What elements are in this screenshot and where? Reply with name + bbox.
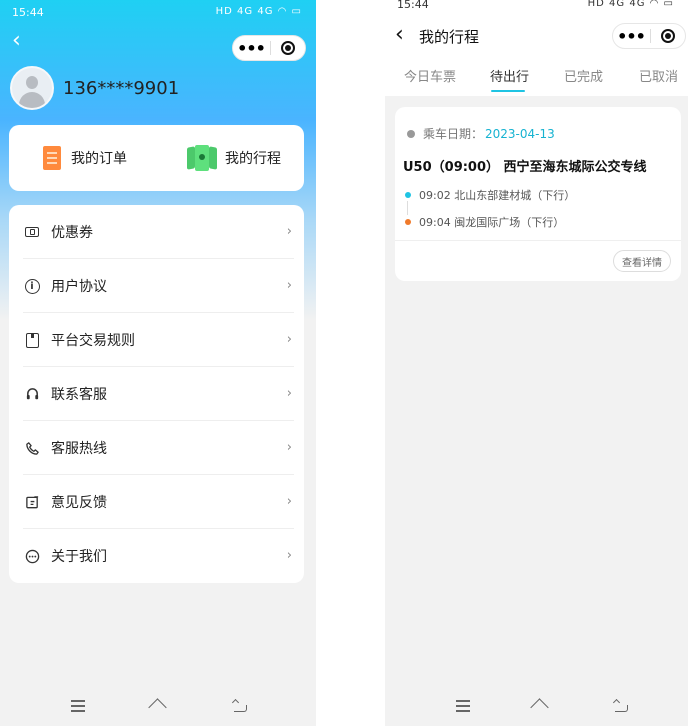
- close-target-icon[interactable]: [281, 41, 295, 55]
- tab-cancelled[interactable]: 已取消: [639, 66, 678, 85]
- chevron-right-icon: ›: [286, 278, 292, 293]
- menu-label-about-us: 关于我们: [51, 549, 107, 565]
- tab-completed[interactable]: 已完成: [564, 66, 603, 85]
- profile-screen: 15:44 HD 4G 4G ◠ ▭ ‹ ••• 136****9901 我的订…: [0, 0, 316, 726]
- more-dots-icon[interactable]: •••: [613, 24, 649, 48]
- close-target-icon[interactable]: [661, 29, 675, 43]
- tab-today-tickets[interactable]: 今日车票: [404, 66, 456, 85]
- recent-apps-icon[interactable]: [451, 694, 475, 716]
- ride-date-label: 乘车日期：: [423, 127, 484, 141]
- info-icon: i: [23, 277, 41, 295]
- chevron-right-icon: ›: [286, 386, 292, 401]
- chevron-right-icon: ›: [286, 224, 292, 239]
- coupon-icon: [23, 223, 41, 241]
- miniapp-capsule: •••: [232, 35, 306, 61]
- system-nav-bar: [0, 686, 316, 726]
- headset-icon: [23, 385, 41, 403]
- more-dots-icon[interactable]: •••: [233, 36, 269, 60]
- more-circle-icon: [23, 547, 41, 565]
- my-orders-label: 我的订单: [71, 151, 127, 167]
- edit-icon: [23, 493, 41, 511]
- menu-label-feedback: 意见反馈: [51, 495, 107, 511]
- alighting-dot-icon: [405, 219, 411, 225]
- capsule-divider: [270, 41, 271, 55]
- divider: [395, 240, 681, 241]
- ride-date-value: 2023-04-13: [485, 126, 555, 141]
- quick-actions-card: 我的订单 我的行程: [9, 125, 304, 191]
- my-trips-screen: 15:44 HD 4G 4G ◠ ▭ ‹ 我的行程 ••• 今日车票 待出行 已…: [385, 0, 688, 726]
- my-orders-button[interactable]: 我的订单: [41, 143, 127, 173]
- my-trips-button[interactable]: 我的行程: [187, 143, 281, 173]
- chevron-right-icon: ›: [286, 440, 292, 455]
- menu-item-user-agreement[interactable]: i 用户协议 ›: [9, 259, 304, 313]
- boarding-dot-icon: [405, 192, 411, 198]
- my-trips-label: 我的行程: [225, 151, 281, 167]
- status-bar: 15:44 HD 4G 4G ◠ ▭: [385, 0, 688, 14]
- recent-apps-icon[interactable]: [66, 694, 90, 716]
- boarding-stop: 09:02 北山东部建材城（下行）: [405, 187, 575, 203]
- avatar[interactable]: [10, 66, 54, 110]
- chevron-right-icon: ›: [286, 332, 292, 347]
- capsule-divider: [650, 29, 651, 43]
- route-title: U50（09:00） 西宁至海东城际公交专线: [403, 160, 647, 175]
- menu-label-hotline: 客服热线: [51, 441, 107, 457]
- boarding-stop-text: 09:02 北山东部建材城（下行）: [419, 189, 576, 202]
- trip-card[interactable]: 乘车日期： 2023-04-13 U50（09:00） 西宁至海东城际公交专线 …: [395, 107, 681, 281]
- back-icon[interactable]: ‹: [395, 24, 404, 46]
- menu-item-about-us[interactable]: 关于我们 ›: [9, 529, 304, 583]
- menu-label-coupons: 优惠券: [51, 225, 93, 241]
- alighting-stop-text: 09:04 闽龙国际广场（下行）: [419, 216, 565, 229]
- trip-ticket-icon: [187, 144, 217, 172]
- menu-item-hotline[interactable]: 客服热线 ›: [9, 421, 304, 475]
- status-icons: HD 4G 4G ◠ ▭: [215, 6, 302, 17]
- chevron-right-icon: ›: [286, 494, 292, 509]
- menu-label-user-agreement: 用户协议: [51, 279, 107, 295]
- system-nav-bar: [385, 686, 688, 726]
- clock-icon: [407, 129, 415, 138]
- avatar-head-icon: [26, 76, 38, 89]
- avatar-body-icon: [19, 92, 45, 108]
- menu-item-feedback[interactable]: 意见反馈 ›: [9, 475, 304, 529]
- view-details-button[interactable]: 查看详情: [613, 250, 671, 272]
- menu-label-trade-rules: 平台交易规则: [51, 333, 135, 349]
- bookmark-icon: [23, 331, 41, 349]
- status-bar: 15:44 HD 4G 4G ◠ ▭: [0, 0, 316, 22]
- phone-icon: [23, 439, 41, 457]
- active-tab-indicator: [491, 90, 525, 92]
- miniapp-capsule: •••: [612, 23, 686, 49]
- back-nav-icon[interactable]: [609, 694, 633, 716]
- home-icon[interactable]: [528, 694, 552, 716]
- status-time: 15:44: [397, 0, 429, 11]
- back-icon[interactable]: ‹: [12, 30, 21, 52]
- settings-menu: 优惠券 › i 用户协议 › 平台交易规则 › 联系客服 › 客服热线 › 意见…: [9, 205, 304, 583]
- page-title: 我的行程: [419, 28, 480, 46]
- menu-label-contact-support: 联系客服: [51, 387, 107, 403]
- stop-connector: [407, 201, 408, 215]
- chevron-right-icon: ›: [286, 548, 292, 563]
- order-icon: [41, 144, 63, 172]
- ride-date-row: 乘车日期： 2023-04-13: [407, 125, 555, 142]
- trips-header: 15:44 HD 4G 4G ◠ ▭ ‹ 我的行程 ••• 今日车票 待出行 已…: [385, 0, 688, 96]
- home-icon[interactable]: [146, 694, 170, 716]
- status-icons: HD 4G 4G ◠ ▭: [587, 0, 674, 9]
- menu-item-contact-support[interactable]: 联系客服 ›: [9, 367, 304, 421]
- menu-item-trade-rules[interactable]: 平台交易规则 ›: [9, 313, 304, 367]
- back-nav-icon[interactable]: [228, 694, 252, 716]
- alighting-stop: 09:04 闽龙国际广场（下行）: [405, 214, 564, 230]
- menu-item-coupons[interactable]: 优惠券 ›: [9, 205, 304, 259]
- tab-upcoming[interactable]: 待出行: [490, 66, 529, 85]
- user-phone-number: 136****9901: [63, 78, 180, 99]
- status-time: 15:44: [12, 6, 44, 19]
